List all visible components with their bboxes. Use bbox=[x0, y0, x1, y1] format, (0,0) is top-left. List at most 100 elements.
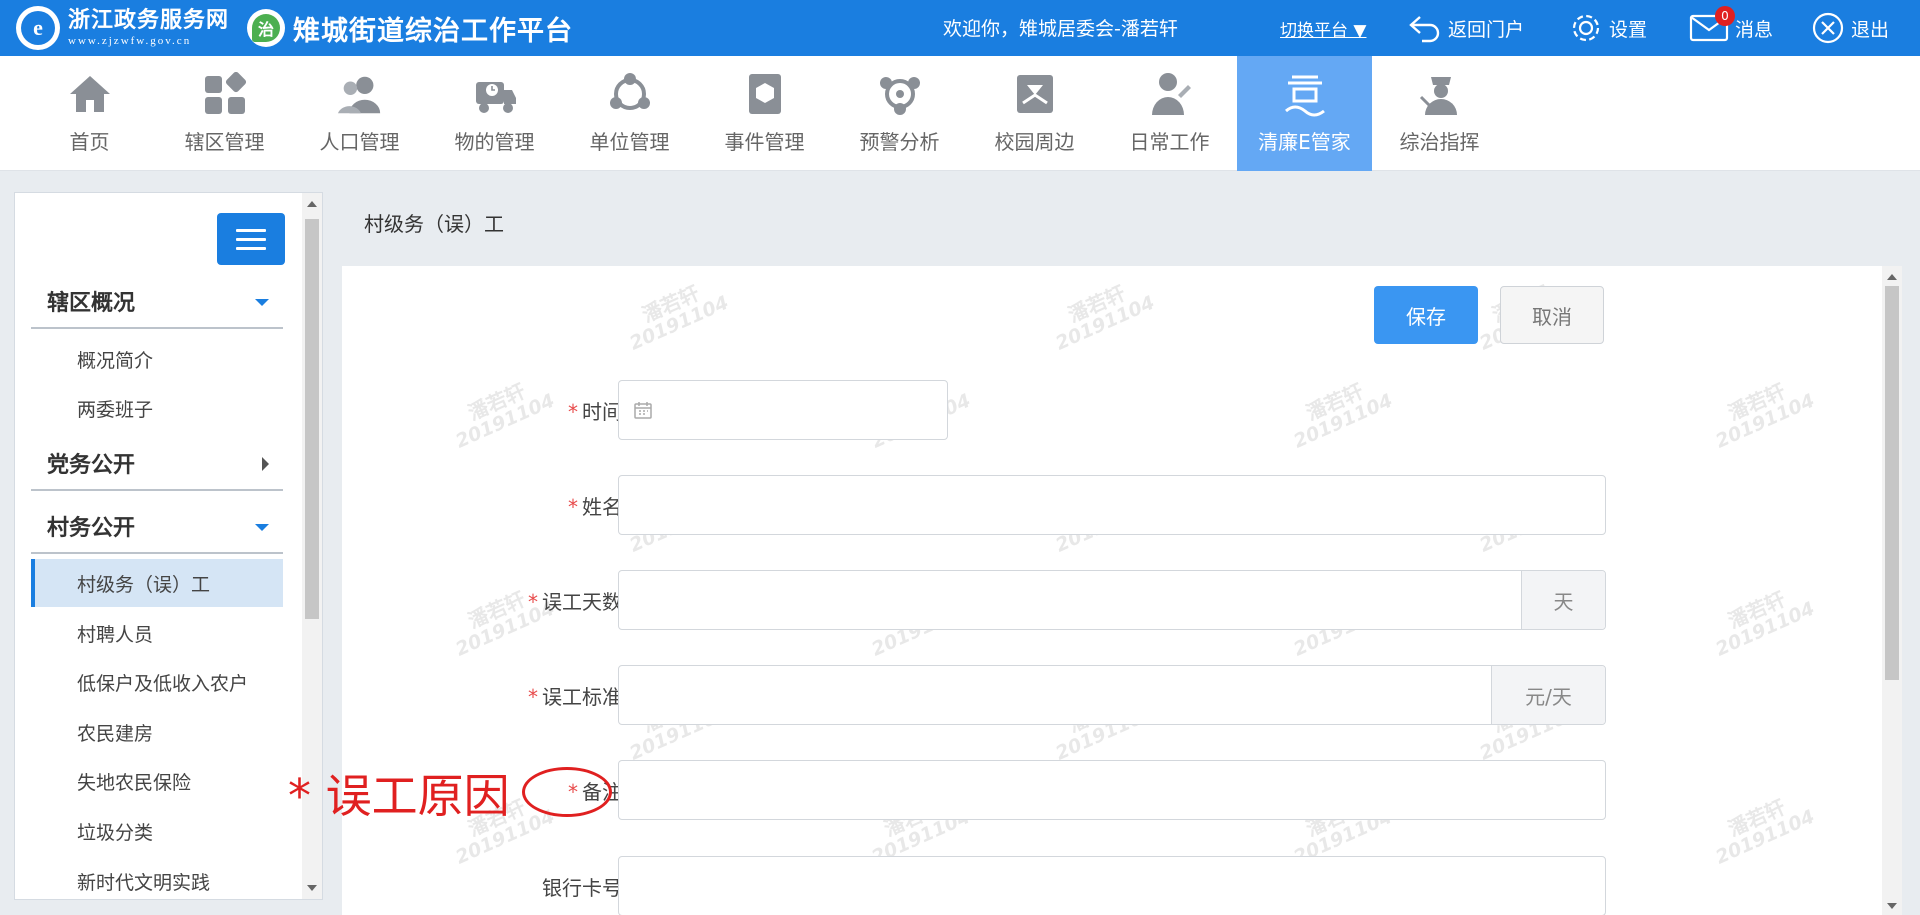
watermark: 潘若轩20191104 bbox=[1712, 794, 1818, 869]
welcome-text: 欢迎你，雉城居委会-潘若轩 bbox=[943, 18, 1178, 40]
hamburger-icon bbox=[236, 228, 266, 232]
scroll-thumb[interactable] bbox=[1885, 286, 1899, 680]
campus-icon bbox=[1011, 70, 1059, 118]
top-bar: e 浙江政务服务网 www.zjzwfw.gov.cn 治 雉城街道综治工作平台… bbox=[0, 0, 1920, 56]
name-input[interactable] bbox=[618, 475, 1606, 535]
grid-icon bbox=[201, 70, 249, 118]
form-panel: 潘若轩 20191104 潘若轩 20191104 潘若轩 20191104 潘若轩 2… bbox=[342, 266, 1882, 915]
content-scrollbar[interactable] bbox=[1882, 266, 1902, 915]
standard-label: * 误工标准 bbox=[528, 685, 622, 709]
nav-daily-work[interactable]: 日常工作 bbox=[1102, 56, 1237, 171]
nav-label: 人口管理 bbox=[319, 130, 400, 154]
scroll-up-icon[interactable] bbox=[307, 201, 317, 207]
remark-input[interactable] bbox=[618, 760, 1606, 820]
nav-warning[interactable]: 预警分析 bbox=[832, 56, 967, 171]
worker-icon bbox=[1146, 70, 1194, 118]
watermark: 潘若轩20191104 bbox=[626, 280, 732, 355]
days-input[interactable]: 天 bbox=[618, 570, 1606, 630]
time-label: * 时间 bbox=[568, 400, 622, 424]
bank-card-input[interactable] bbox=[618, 856, 1606, 915]
sidebar-item-civilization[interactable]: 新时代文明实践 bbox=[31, 857, 283, 899]
gear-icon bbox=[1572, 14, 1600, 42]
sidebar-item-garbage[interactable]: 垃圾分类 bbox=[31, 807, 283, 855]
sidebar-item-land-insurance[interactable]: 失地农民保险 bbox=[31, 757, 283, 805]
days-unit: 天 bbox=[1521, 571, 1605, 629]
settings-button[interactable]: 设置 bbox=[1569, 10, 1647, 46]
caret-down-icon bbox=[255, 524, 269, 531]
bank-card-label: 银行卡号 bbox=[542, 876, 622, 900]
watermark: 潘若轩20191104 bbox=[1290, 378, 1396, 453]
sidebar-group-district-overview[interactable]: 辖区概况 bbox=[31, 275, 283, 329]
nav-label: 清廉E管家 bbox=[1258, 130, 1351, 154]
nav-population[interactable]: 人口管理 bbox=[292, 56, 427, 171]
watermark: 潘若轩20191104 bbox=[1052, 280, 1158, 355]
nav-units[interactable]: 单位管理 bbox=[562, 56, 697, 171]
cancel-button[interactable]: 取消 bbox=[1500, 286, 1604, 344]
nav-label: 物的管理 bbox=[454, 130, 535, 154]
nav-label: 校园周边 bbox=[994, 130, 1075, 154]
zjzwfw-logo-icon: e bbox=[16, 6, 60, 50]
scroll-down-icon[interactable] bbox=[1887, 903, 1897, 909]
sidebar-item-committee[interactable]: 两委班子 bbox=[31, 384, 283, 432]
save-button[interactable]: 保存 bbox=[1374, 286, 1478, 344]
nav-integrity[interactable]: 清廉E管家 bbox=[1237, 56, 1372, 171]
integrity-icon bbox=[1281, 70, 1329, 118]
return-portal-label: 返回门户 bbox=[1448, 18, 1525, 41]
sidebar-item-low-income[interactable]: 低保户及低收入农户 bbox=[31, 658, 283, 706]
nav-district[interactable]: 辖区管理 bbox=[157, 56, 292, 171]
nav-home[interactable]: 首页 bbox=[22, 56, 157, 171]
name-label: * 姓名 bbox=[568, 495, 622, 519]
nav-campus[interactable]: 校园周边 bbox=[967, 56, 1102, 171]
logout-button[interactable]: 退出 bbox=[1811, 10, 1889, 46]
commander-icon bbox=[1416, 70, 1464, 118]
platform-logo-icon: 治 bbox=[247, 9, 286, 47]
nav-label: 日常工作 bbox=[1129, 130, 1210, 154]
scroll-down-icon[interactable] bbox=[307, 885, 317, 891]
caret-down-icon bbox=[255, 299, 269, 306]
main-nav: 首页 辖区管理 人口管理 物的管理 单位管理 事件管理 预警分析 校园周边 日常… bbox=[0, 56, 1920, 171]
book-icon bbox=[741, 70, 789, 118]
nav-label: 预警分析 bbox=[859, 130, 940, 154]
messages-label: 消息 bbox=[1735, 18, 1774, 41]
sidebar: 辖区概况 概况简介 两委班子 党务公开 村务公开 村级务（误）工 村聘人员 低保… bbox=[14, 192, 323, 900]
caret-right-icon bbox=[262, 457, 269, 471]
sidebar-item-overview-intro[interactable]: 概况简介 bbox=[31, 335, 283, 383]
return-arrow-icon bbox=[1409, 16, 1440, 43]
sidebar-group-party-affairs[interactable]: 党务公开 bbox=[31, 437, 283, 491]
warning-network-icon bbox=[876, 70, 924, 118]
date-picker-input[interactable] bbox=[618, 380, 948, 440]
breadcrumb: 村级务（误）工 bbox=[364, 212, 504, 236]
calendar-icon bbox=[634, 402, 652, 419]
nav-label: 单位管理 bbox=[589, 130, 670, 154]
brand-url: www.zjzwfw.gov.cn bbox=[68, 35, 192, 47]
sidebar-item-housing[interactable]: 农民建房 bbox=[31, 708, 283, 756]
standard-input[interactable]: 元/天 bbox=[618, 665, 1606, 725]
watermark: 潘若轩20191104 bbox=[1712, 378, 1818, 453]
sidebar-group-village-affairs[interactable]: 村务公开 bbox=[31, 500, 283, 554]
nav-command[interactable]: 综治指挥 bbox=[1372, 56, 1507, 171]
sidebar-item-village-staff[interactable]: 村聘人员 bbox=[31, 609, 283, 657]
annotation-circle bbox=[522, 767, 612, 817]
annotation-text: * 误工原因 bbox=[288, 769, 510, 823]
nav-objects[interactable]: 物的管理 bbox=[427, 56, 562, 171]
brand-name: 浙江政务服务网 bbox=[68, 7, 230, 33]
home-icon bbox=[66, 70, 114, 118]
menu-toggle-button[interactable] bbox=[217, 213, 285, 265]
network-icon bbox=[606, 70, 654, 118]
return-portal-button[interactable]: 返回门户 bbox=[1408, 10, 1524, 46]
nav-label: 首页 bbox=[69, 130, 110, 154]
watermark: 潘若轩20191104 bbox=[1712, 586, 1818, 661]
nav-label: 事件管理 bbox=[724, 130, 805, 154]
nav-events[interactable]: 事件管理 bbox=[697, 56, 832, 171]
sidebar-item-village-work[interactable]: 村级务（误）工 bbox=[31, 559, 283, 607]
people-icon bbox=[336, 70, 384, 118]
truck-icon bbox=[471, 70, 519, 118]
messages-button[interactable]: 0 消息 bbox=[1689, 6, 1774, 46]
platform-title: 雉城街道综治工作平台 bbox=[293, 15, 574, 47]
scroll-up-icon[interactable] bbox=[1887, 274, 1897, 280]
scroll-thumb[interactable] bbox=[305, 219, 319, 619]
brand-logo[interactable]: e 浙江政务服务网 www.zjzwfw.gov.cn 治 雉城街道综治工作平台 bbox=[16, 6, 573, 50]
logout-label: 退出 bbox=[1851, 18, 1890, 41]
message-count-badge: 0 bbox=[1715, 6, 1735, 26]
switch-platform-link[interactable]: 切换平台 ▼ bbox=[1280, 16, 1366, 41]
